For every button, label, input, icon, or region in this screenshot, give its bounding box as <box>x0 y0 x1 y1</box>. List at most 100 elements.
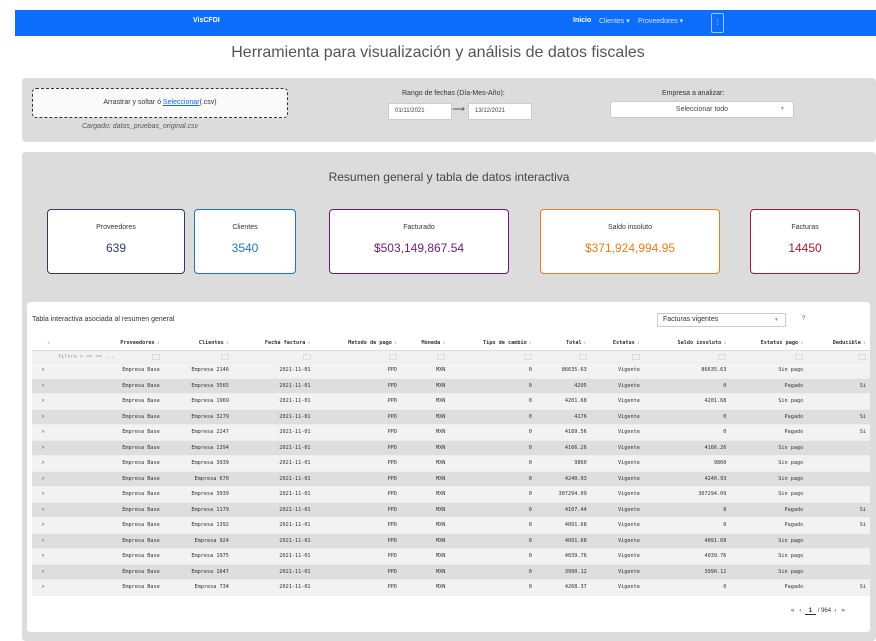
column-header[interactable]: Total ⇕ <box>535 335 591 351</box>
column-header[interactable]: Tipo de cambio ⇕ <box>449 335 536 351</box>
table-cell[interactable]: Sin pago <box>730 440 808 456</box>
table-cell[interactable]: 0 <box>449 409 536 425</box>
sort-icon[interactable]: ⇕ <box>307 340 310 346</box>
table-cell[interactable]: 2021-11-01 <box>232 486 315 503</box>
column-header[interactable]: Deducible ⇕ <box>807 335 870 351</box>
column-header[interactable]: Metodo de pago ⇕ <box>314 335 401 351</box>
table-cell[interactable]: 0 <box>449 564 536 580</box>
table-cell[interactable]: 86635.63 <box>535 362 591 379</box>
table-cell[interactable]: Empresa Base <box>54 502 164 518</box>
sort-icon[interactable]: ⇕ <box>157 340 160 346</box>
table-cell[interactable]: Empresa Base <box>54 486 164 503</box>
table-cell[interactable]: Empresa 1647 <box>163 564 233 580</box>
table-cell[interactable]: Sin pago <box>730 564 808 580</box>
table-cell[interactable]: Empresa 3565 <box>163 378 233 394</box>
table-cell[interactable] <box>807 440 870 456</box>
table-cell[interactable]: PPD <box>314 471 401 487</box>
table-cell[interactable]: PPD <box>314 424 401 441</box>
column-filter-input[interactable] <box>32 350 54 363</box>
sort-icon[interactable]: ⇕ <box>47 340 50 346</box>
sort-icon[interactable]: ⇕ <box>723 340 726 346</box>
table-cell[interactable]: Si <box>807 579 870 596</box>
table-cell[interactable]: 0 <box>643 378 731 394</box>
column-header[interactable]: Saldo insoluto ⇕ <box>643 335 731 351</box>
help-icon[interactable]: ? <box>802 316 805 322</box>
table-cell[interactable]: MXN <box>400 455 450 472</box>
table-cell[interactable]: PPD <box>314 579 401 596</box>
filter-case-toggle[interactable] <box>578 353 587 360</box>
table-cell[interactable]: Empresa 3279 <box>163 409 233 425</box>
filter-case-toggle[interactable] <box>151 353 160 360</box>
table-cell[interactable]: Sin pago <box>730 362 808 379</box>
table-cell[interactable]: Vigente <box>590 409 644 425</box>
table-cell[interactable]: Si <box>807 517 870 534</box>
table-cell[interactable]: Empresa Base <box>54 471 164 487</box>
table-cell[interactable]: 0 <box>449 579 536 596</box>
table-cell[interactable]: Vigente <box>590 548 644 565</box>
column-filter-input[interactable] <box>535 350 591 363</box>
end-date-input[interactable]: 13/12/2021 <box>468 103 532 120</box>
table-cell[interactable]: 4240.93 <box>535 471 591 487</box>
table-cell[interactable]: Vigente <box>590 564 644 580</box>
delete-row-icon[interactable]: × <box>32 502 54 518</box>
table-cell[interactable]: 2021-11-01 <box>232 548 315 565</box>
nav-inicio[interactable]: Inicio <box>573 17 591 24</box>
table-cell[interactable]: 2021-11-01 <box>232 362 315 379</box>
table-cell[interactable]: 0 <box>449 362 536 379</box>
table-cell[interactable]: Sin pago <box>730 471 808 487</box>
table-cell[interactable]: 9860 <box>535 455 591 472</box>
table-cell[interactable]: MXN <box>400 393 450 410</box>
table-cell[interactable]: Vigente <box>590 455 644 472</box>
table-cell[interactable]: Vigente <box>590 362 644 379</box>
table-cell[interactable]: Vigente <box>590 393 644 410</box>
table-cell[interactable]: PPD <box>314 502 401 518</box>
column-filter-input[interactable] <box>643 350 731 363</box>
table-cell[interactable]: 9860 <box>643 455 731 472</box>
delete-row-icon[interactable]: × <box>32 409 54 425</box>
table-cell[interactable]: Empresa 924 <box>163 533 233 549</box>
table-cell[interactable]: Vigente <box>590 533 644 549</box>
filter-case-toggle[interactable] <box>523 353 532 360</box>
column-filter-input[interactable] <box>232 350 315 363</box>
table-cell[interactable]: 4268.37 <box>535 579 591 596</box>
table-cell[interactable]: 4166.26 <box>535 440 591 456</box>
delete-row-icon[interactable]: × <box>32 455 54 472</box>
table-cell[interactable]: 0 <box>449 440 536 456</box>
page-input[interactable]: 1 <box>804 608 817 615</box>
nav-proveedores[interactable]: Proveedores ▾ <box>638 17 683 25</box>
delete-row-icon[interactable]: × <box>32 533 54 549</box>
table-cell[interactable]: Vigente <box>590 440 644 456</box>
table-cell[interactable]: Empresa 734 <box>163 579 233 596</box>
table-cell[interactable] <box>807 393 870 410</box>
menu-toggle-icon[interactable]: ⋮ <box>711 13 724 33</box>
filter-case-toggle[interactable] <box>220 353 229 360</box>
table-cell[interactable]: Empresa 3939 <box>163 486 233 503</box>
table-cell[interactable]: Empresa 1392 <box>163 517 233 534</box>
table-cell[interactable]: 4091.68 <box>535 533 591 549</box>
column-filter-input[interactable] <box>449 350 536 363</box>
table-cell[interactable]: Sin pago <box>730 455 808 472</box>
table-cell[interactable]: Empresa Base <box>54 564 164 580</box>
table-cell[interactable]: 0 <box>449 517 536 534</box>
table-cell[interactable]: PPD <box>314 486 401 503</box>
column-filter-input[interactable] <box>590 350 644 363</box>
table-cell[interactable]: PPD <box>314 393 401 410</box>
company-select[interactable]: Seleccionar todo ▼ <box>610 101 794 118</box>
table-cell[interactable]: Si <box>807 502 870 518</box>
column-filter-input[interactable] <box>807 350 870 363</box>
table-cell[interactable]: Empresa Base <box>54 455 164 472</box>
table-cell[interactable]: Empresa 2146 <box>163 362 233 379</box>
table-cell[interactable]: Pagado <box>730 409 808 425</box>
table-cell[interactable] <box>807 455 870 472</box>
table-cell[interactable]: Pagado <box>730 517 808 534</box>
table-cell[interactable]: 0 <box>643 502 731 518</box>
table-cell[interactable]: 2021-11-01 <box>232 424 315 441</box>
table-cell[interactable]: 0 <box>449 486 536 503</box>
delete-row-icon[interactable]: × <box>32 548 54 565</box>
sort-icon[interactable]: ⇕ <box>637 340 640 346</box>
csv-dropzone[interactable]: Arrastrar y soltar ó Seleccionar(.csv) <box>32 88 288 118</box>
sort-icon[interactable]: ⇕ <box>800 340 803 346</box>
table-cell[interactable]: Empresa 1179 <box>163 502 233 518</box>
delete-row-icon[interactable]: × <box>32 393 54 410</box>
table-cell[interactable]: Vigente <box>590 517 644 534</box>
